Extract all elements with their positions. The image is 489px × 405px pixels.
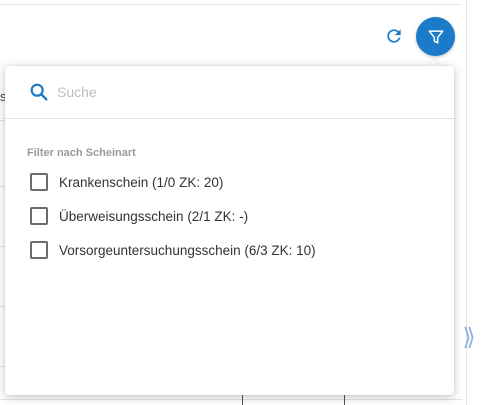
filter-button[interactable] bbox=[416, 17, 455, 56]
search-row bbox=[5, 66, 454, 119]
filter-funnel-icon bbox=[428, 29, 443, 44]
filter-option-krankenschein[interactable]: Krankenschein (1/0 ZK: 20) bbox=[30, 172, 223, 192]
filter-option-ueberweisungsschein[interactable]: Überweisungsschein (2/1 ZK: -) bbox=[30, 206, 248, 226]
refresh-icon bbox=[387, 29, 401, 43]
option-label: Krankenschein (1/0 ZK: 20) bbox=[59, 174, 224, 190]
filter-popover: Filter nach Scheinart Krankenschein (1/0… bbox=[5, 66, 454, 395]
filter-option-vorsorgeuntersuchungsschein[interactable]: Vorsorgeuntersuchungsschein (6/3 ZK: 10) bbox=[30, 240, 316, 260]
option-label: Vorsorgeuntersuchungsschein (6/3 ZK: 10) bbox=[59, 242, 316, 258]
checkbox[interactable] bbox=[30, 173, 48, 191]
table-bottom-divider bbox=[0, 399, 462, 400]
page-top-divider bbox=[0, 0, 462, 5]
option-label: Überweisungsschein (2/1 ZK: -) bbox=[59, 208, 249, 224]
refresh-button[interactable] bbox=[381, 23, 407, 49]
section-heading: Filter nach Scheinart bbox=[27, 147, 136, 159]
expand-panel-icon[interactable]: ⟫ bbox=[462, 318, 476, 358]
search-input[interactable] bbox=[57, 80, 437, 104]
checkbox[interactable] bbox=[30, 207, 48, 225]
search-icon bbox=[30, 83, 48, 101]
screen: s ⟫ Filter nach Scheinart Krankenschein … bbox=[0, 0, 489, 405]
checkbox[interactable] bbox=[30, 241, 48, 259]
